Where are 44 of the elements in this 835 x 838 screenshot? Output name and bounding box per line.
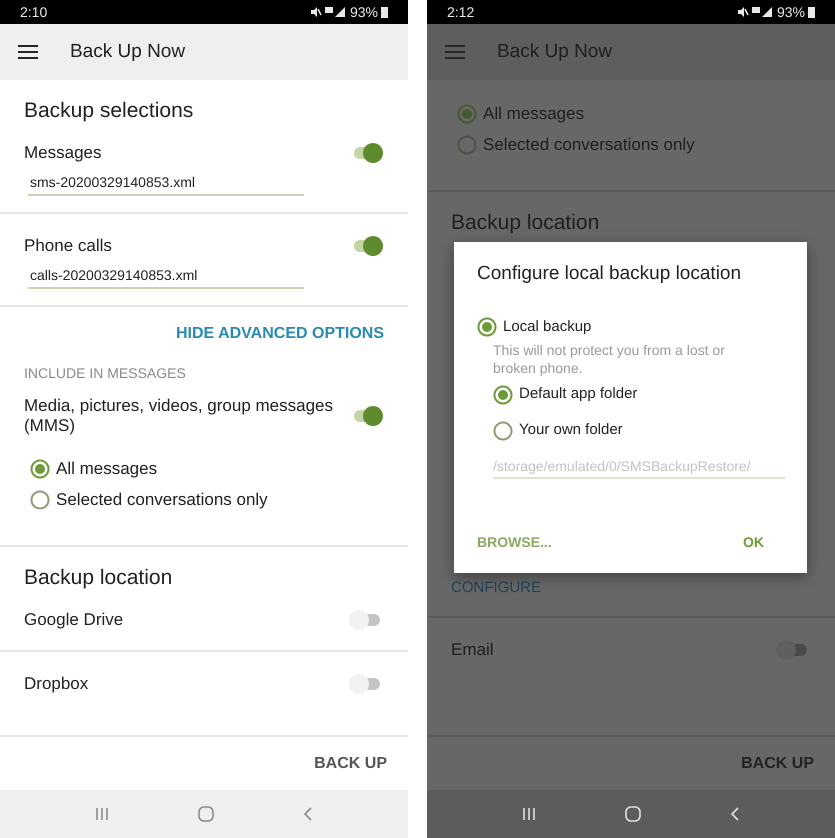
radio-button[interactable]	[493, 384, 513, 404]
radio-button[interactable]	[457, 134, 477, 154]
section-heading: Backup selections	[24, 98, 194, 124]
home-icon[interactable]	[198, 806, 214, 822]
menu-icon[interactable]	[18, 44, 38, 60]
battery-icon	[381, 6, 388, 18]
dialog-title: Configure local backup location	[477, 262, 742, 286]
radio-button[interactable]	[493, 420, 513, 440]
filename-field[interactable]: sms-20200329140853.xml	[28, 173, 304, 196]
toggle-label: Dropbox	[24, 674, 88, 694]
section-caption: INCLUDE IN MESSAGES	[24, 365, 187, 381]
signal-icon	[324, 6, 347, 18]
recent-apps-icon[interactable]	[94, 807, 109, 821]
radio-button[interactable]	[30, 458, 50, 478]
back-up-button[interactable]: BACK UP	[314, 752, 387, 776]
radio-button[interactable]	[477, 317, 497, 338]
back-icon[interactable]	[303, 807, 314, 821]
battery-icon	[808, 6, 815, 18]
radio-label[interactable]: All messages	[56, 458, 158, 478]
status-time: 2:12	[447, 2, 474, 22]
status-time: 2:10	[20, 2, 48, 22]
toggle-label: Email	[451, 640, 494, 660]
radio-label[interactable]: Selected conversations only	[56, 490, 268, 510]
radio-button[interactable]	[30, 490, 50, 510]
section-heading: Backup location	[451, 210, 600, 236]
toggle-label: Media, pictures, videos, group messages (MMS)	[24, 396, 334, 436]
toggle-label: Messages	[24, 143, 102, 163]
section-heading: Backup location	[24, 565, 174, 591]
toggle-label: Phone calls	[24, 236, 112, 256]
filename-field[interactable]: calls-20200329140853.xml	[28, 266, 304, 289]
radio-label[interactable]: Local backup	[503, 316, 592, 338]
radio-button[interactable]	[457, 104, 477, 124]
toggle-label: Google Drive	[24, 610, 124, 630]
battery-percent: 93%	[776, 2, 805, 22]
mute-icon	[310, 6, 322, 18]
app-bar-title: Back Up Now	[497, 40, 612, 64]
mute-icon	[736, 6, 749, 18]
hide-advanced-link[interactable]: HIDE ADVANCED OPTIONS	[176, 325, 384, 343]
signal-icon	[752, 6, 774, 18]
radio-label[interactable]: Your own folder	[519, 419, 623, 442]
app-bar-title: Back Up Now	[70, 40, 186, 64]
radio-label[interactable]: Default app folder	[519, 383, 638, 406]
dialog-note: This will not protect you from a lost or broken phone.	[493, 340, 726, 376]
battery-percent: 93%	[350, 2, 378, 22]
